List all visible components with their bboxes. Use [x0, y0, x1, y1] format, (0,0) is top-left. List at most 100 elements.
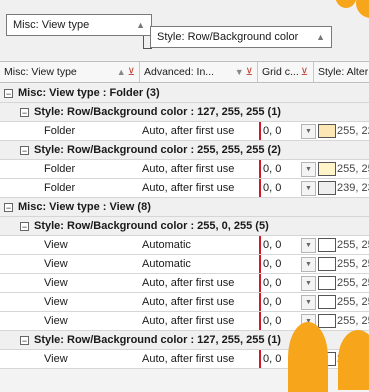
sort-ascending-icon: ▲	[136, 20, 145, 30]
decorative-orange-shape	[338, 330, 369, 390]
column-header-label: Style: Alter	[318, 66, 369, 78]
group-row-label: Style: Row/Background color : 127, 255, …	[34, 334, 281, 346]
color-swatch[interactable]	[318, 181, 336, 195]
cell-grid: 0, 0	[263, 163, 282, 175]
cell-advanced: Auto, after first use	[142, 315, 235, 327]
color-swatch[interactable]	[318, 238, 336, 252]
grid-marker-line	[259, 122, 261, 140]
cell-view-type: Folder	[44, 125, 76, 137]
sort-ascending-icon: ▲	[316, 32, 325, 42]
cell-view-type: View	[44, 315, 68, 327]
sort-descending-icon: ▼	[234, 67, 244, 77]
table-row[interactable]: View Automatic 0, 0 ▼ 255, 25	[0, 255, 369, 274]
minus-expander-icon[interactable]: −	[20, 107, 29, 117]
column-header-label: Misc: View type	[4, 66, 77, 78]
group-chip-label: Style: Row/Background color	[157, 31, 299, 43]
grid-marker-line	[259, 160, 261, 178]
cell-color-value: 255, 25	[337, 296, 369, 308]
minus-expander-icon[interactable]: −	[20, 221, 29, 231]
group-row-label: Misc: View type : Folder (3)	[18, 87, 160, 99]
group-row-label: Style: Row/Background color : 127, 255, …	[34, 106, 281, 118]
group-row-label: Style: Row/Background color : 255, 255, …	[34, 144, 281, 156]
cell-view-type: View	[44, 277, 68, 289]
group-chip-view-type[interactable]: Misc: View type ▲	[6, 14, 152, 36]
dropdown-arrow-icon[interactable]: ▼	[301, 295, 316, 310]
color-swatch[interactable]	[318, 162, 336, 176]
column-header-label: Advanced: In...	[144, 66, 215, 78]
cell-advanced: Auto, after first use	[142, 163, 235, 175]
minus-expander-icon[interactable]: −	[20, 145, 29, 155]
grid-marker-line	[259, 255, 261, 273]
minus-expander-icon[interactable]: −	[4, 202, 13, 212]
column-header-row: Misc: View type ▲ ⊻ Advanced: In... ▼ ⊻ …	[0, 61, 369, 83]
cell-grid: 0, 0	[263, 239, 282, 251]
table-row[interactable]: View Automatic 0, 0 ▼ 255, 25	[0, 236, 369, 255]
cell-color-value: 255, 25	[337, 163, 369, 175]
table-row[interactable]: View Auto, after first use 0, 0 ▼ 255, 2…	[0, 293, 369, 312]
cell-color-value: 255, 25	[337, 277, 369, 289]
grid-marker-line	[259, 179, 261, 197]
column-header-style-alter[interactable]: Style: Alter	[314, 62, 369, 82]
cell-advanced: Auto, after first use	[142, 277, 235, 289]
color-swatch[interactable]	[318, 276, 336, 290]
group-row-label: Misc: View type : View (8)	[18, 201, 151, 213]
grid-marker-line	[259, 312, 261, 330]
cell-grid: 0, 0	[263, 258, 282, 270]
table-row[interactable]: Folder Auto, after first use 0, 0 ▼ 239,…	[0, 179, 369, 198]
group-by-panel: Misc: View type ▲ Style: Row/Background …	[0, 0, 369, 60]
cell-advanced: Auto, after first use	[142, 296, 235, 308]
dropdown-arrow-icon[interactable]: ▼	[301, 181, 316, 196]
cell-color-value: 239, 23	[337, 182, 369, 194]
cell-color-value: 255, 25	[337, 239, 369, 251]
cell-advanced: Automatic	[142, 239, 191, 251]
cell-view-type: Folder	[44, 163, 76, 175]
grid-marker-line	[259, 274, 261, 292]
group-row[interactable]: − Style: Row/Background color : 255, 255…	[0, 141, 369, 160]
group-row[interactable]: − Misc: View type : View (8)	[0, 198, 369, 217]
cell-color-value: 255, 25	[337, 258, 369, 270]
cell-advanced: Automatic	[142, 258, 191, 270]
cell-grid: 0, 0	[263, 277, 282, 289]
table-row[interactable]: View Auto, after first use 0, 0 ▼ 255, 2…	[0, 274, 369, 293]
group-row-label: Style: Row/Background color : 255, 0, 25…	[34, 220, 269, 232]
cell-advanced: Auto, after first use	[142, 125, 235, 137]
column-header-view-type[interactable]: Misc: View type ▲ ⊻	[0, 62, 140, 82]
cell-grid: 0, 0	[263, 315, 282, 327]
cell-color-value: 255, 25	[337, 315, 369, 327]
color-swatch[interactable]	[318, 295, 336, 309]
table-row[interactable]: Folder Auto, after first use 0, 0 ▼ 255,…	[0, 160, 369, 179]
grid-marker-line	[259, 350, 261, 368]
dropdown-arrow-icon[interactable]: ▼	[301, 257, 316, 272]
cell-grid: 0, 0	[263, 182, 282, 194]
cell-color-value: 255, 22	[337, 125, 369, 137]
dropdown-arrow-icon[interactable]: ▼	[301, 238, 316, 253]
cell-grid: 0, 0	[263, 125, 282, 137]
funnel-filter-icon[interactable]: ⊻	[126, 67, 135, 78]
dropdown-arrow-icon[interactable]: ▼	[301, 276, 316, 291]
group-chip-label: Misc: View type	[13, 19, 90, 31]
group-chip-background-color[interactable]: Style: Row/Background color ▲	[150, 26, 332, 48]
column-header-advanced[interactable]: Advanced: In... ▼ ⊻	[140, 62, 258, 82]
color-swatch[interactable]	[318, 124, 336, 138]
column-header-grid[interactable]: Grid c... ⊻	[258, 62, 314, 82]
cell-advanced: Auto, after first use	[142, 182, 235, 194]
table-row[interactable]: Folder Auto, after first use 0, 0 ▼ 255,…	[0, 122, 369, 141]
dropdown-arrow-icon[interactable]: ▼	[301, 162, 316, 177]
minus-expander-icon[interactable]: −	[20, 335, 29, 345]
column-header-label: Grid c...	[262, 66, 299, 78]
color-swatch[interactable]	[318, 257, 336, 271]
funnel-filter-icon[interactable]: ⊻	[299, 67, 308, 78]
cell-view-type: View	[44, 258, 68, 270]
group-row[interactable]: − Style: Row/Background color : 127, 255…	[0, 103, 369, 122]
cell-grid: 0, 0	[263, 296, 282, 308]
cell-view-type: View	[44, 296, 68, 308]
group-row[interactable]: − Style: Row/Background color : 255, 0, …	[0, 217, 369, 236]
minus-expander-icon[interactable]: −	[4, 88, 13, 98]
cell-grid: 0, 0	[263, 353, 282, 365]
group-row[interactable]: − Misc: View type : Folder (3)	[0, 84, 369, 103]
dropdown-arrow-icon[interactable]: ▼	[301, 124, 316, 139]
funnel-filter-icon[interactable]: ⊻	[244, 67, 253, 78]
cell-view-type: Folder	[44, 182, 76, 194]
color-swatch[interactable]	[318, 314, 336, 328]
grid-marker-line	[259, 236, 261, 254]
